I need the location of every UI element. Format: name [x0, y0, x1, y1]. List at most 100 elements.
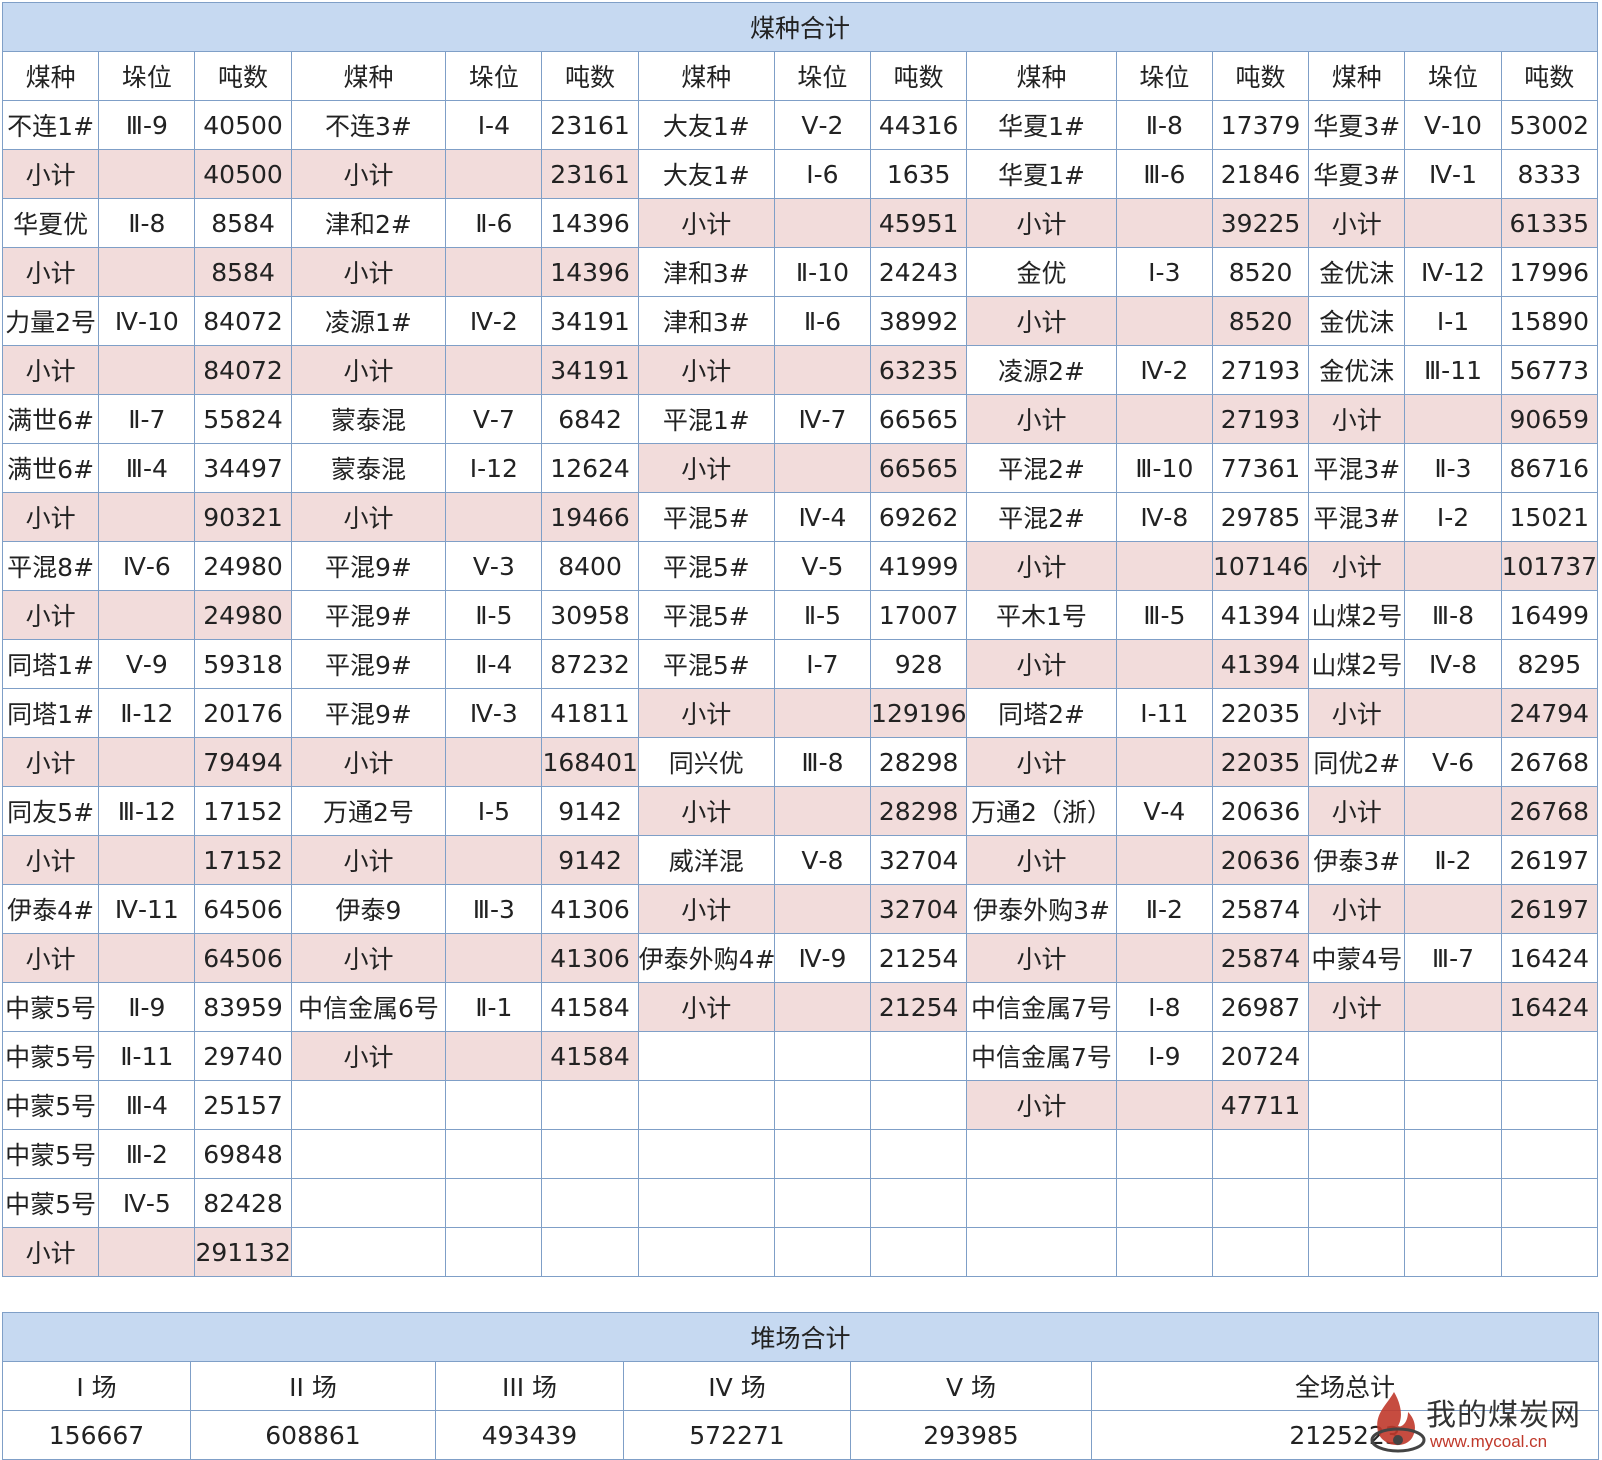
- pile-cell: [445, 933, 543, 983]
- coal-name-cell: [966, 1227, 1117, 1277]
- tonnage-cell: [1211, 1129, 1310, 1179]
- table-row: 伊泰4# Ⅳ-11 64506 伊泰9 Ⅲ-3 41306 小计 32704 伊泰外购3# Ⅱ-2…: [1, 884, 1599, 934]
- coal-name-cell: [966, 1129, 1117, 1179]
- tonnage-cell: 20636: [1211, 835, 1310, 885]
- column-header: 垛位: [1115, 51, 1213, 101]
- tonnage-cell: [541, 1080, 639, 1130]
- pile-cell: [98, 1227, 196, 1277]
- tonnage-cell: 69848: [194, 1129, 292, 1179]
- pile-cell: Ⅰ-9: [1115, 1031, 1213, 1081]
- coal-name-cell: [1308, 1178, 1406, 1228]
- tonnage-cell: 1635: [870, 149, 968, 199]
- pile-cell: [773, 688, 872, 738]
- coal-name-cell: 小计: [637, 443, 775, 493]
- tonnage-cell: 21254: [870, 982, 968, 1032]
- pile-cell: Ⅴ-5: [773, 541, 872, 591]
- pile-cell: Ⅱ-3: [1404, 443, 1502, 493]
- coal-name-cell: 万通2号: [290, 786, 447, 836]
- pile-cell: Ⅳ-8: [1115, 492, 1213, 542]
- coal-name-cell: 小计: [1308, 786, 1406, 836]
- tonnage-cell: 38992: [870, 296, 968, 346]
- coal-name-cell: 小计: [290, 1031, 447, 1081]
- tonnage-cell: 6842: [541, 394, 639, 444]
- tonnage-cell: 39225: [1211, 198, 1310, 248]
- coal-name-cell: 威洋混: [637, 835, 775, 885]
- tonnage-cell: 32704: [870, 835, 968, 885]
- coal-name-cell: 同优2#: [1308, 737, 1406, 787]
- coal-name-cell: 金优沫: [1308, 345, 1406, 395]
- pile-cell: [445, 345, 543, 395]
- tonnage-cell: 17379: [1211, 100, 1310, 150]
- column-header: 吨数: [194, 51, 292, 101]
- tonnage-cell: 19466: [541, 492, 639, 542]
- pile-cell: [773, 982, 872, 1032]
- coal-name-cell: 蒙泰混: [290, 394, 447, 444]
- tonnage-cell: 77361: [1211, 443, 1310, 493]
- table-row: 小计 291132: [1, 1227, 1599, 1277]
- pile-cell: [445, 1129, 543, 1179]
- column-header: 吨数: [870, 51, 968, 101]
- pile-cell: Ⅲ-12: [98, 786, 196, 836]
- pile-cell: Ⅰ-3: [1115, 247, 1213, 297]
- pile-cell: [1404, 1129, 1502, 1179]
- coal-name-cell: 小计: [1308, 688, 1406, 738]
- coal-name-cell: 中信金属6号: [290, 982, 447, 1032]
- pile-cell: Ⅲ-8: [773, 737, 872, 787]
- coal-name-cell: 凌源1#: [290, 296, 447, 346]
- pile-cell: [98, 247, 196, 297]
- column-header: 垛位: [445, 51, 543, 101]
- pile-cell: Ⅰ-4: [445, 100, 543, 150]
- pile-cell: Ⅲ-5: [1115, 590, 1213, 640]
- table-row: 同塔1# Ⅱ-12 20176 平混9# Ⅳ-3 41811 小计 129196 同塔2# Ⅰ-1…: [1, 688, 1599, 738]
- tonnage-cell: 24980: [194, 541, 292, 591]
- tonnage-cell: 8584: [194, 247, 292, 297]
- coal-name-cell: 平混9#: [290, 541, 447, 591]
- tonnage-cell: 41394: [1211, 590, 1310, 640]
- coal-name-cell: 平混5#: [637, 541, 775, 591]
- coal-name-cell: 不连3#: [290, 100, 447, 150]
- table-row: 中蒙5号 Ⅱ-9 83959 中信金属6号 Ⅱ-1 41584 小计 21254 中信金属7号 Ⅰ…: [1, 982, 1599, 1032]
- coal-name-cell: [966, 1178, 1117, 1228]
- pile-cell: [1404, 982, 1502, 1032]
- coal-name-cell: 小计: [1, 590, 100, 640]
- coal-name-cell: 中蒙5号: [1, 1080, 100, 1130]
- tonnage-cell: 8520: [1211, 247, 1310, 297]
- table-row: 小计 24980 平混9# Ⅱ-5 30958 平混5# Ⅱ-5 17007 平木1号 Ⅲ-5 41…: [1, 590, 1599, 640]
- pile-cell: Ⅰ-12: [445, 443, 543, 493]
- tonnage-cell: 28298: [870, 786, 968, 836]
- tonnage-cell: 34497: [194, 443, 292, 493]
- pile-cell: Ⅲ-11: [1404, 345, 1502, 395]
- pile-cell: Ⅴ-7: [445, 394, 543, 444]
- pile-cell: [1115, 1080, 1213, 1130]
- yard-header: I 场: [2, 1361, 191, 1411]
- tonnage-cell: [1500, 1080, 1599, 1130]
- pile-cell: Ⅱ-4: [445, 639, 543, 689]
- coal-name-cell: 平混9#: [290, 688, 447, 738]
- table-row: 小计 64506 小计 41306 伊泰外购4# Ⅳ-9 21254 小计 25874 中蒙4号 Ⅲ…: [1, 933, 1599, 983]
- tonnage-cell: 83959: [194, 982, 292, 1032]
- coal-name-cell: 同友5#: [1, 786, 100, 836]
- tonnage-cell: 20176: [194, 688, 292, 738]
- tonnage-cell: 59318: [194, 639, 292, 689]
- coal-name-cell: [637, 1080, 775, 1130]
- pile-cell: Ⅲ-4: [98, 1080, 196, 1130]
- pile-cell: [773, 1031, 872, 1081]
- coal-name-cell: [290, 1178, 447, 1228]
- coal-name-cell: [637, 1227, 775, 1277]
- tonnage-cell: 63235: [870, 345, 968, 395]
- pile-cell: Ⅱ-5: [445, 590, 543, 640]
- yard-title: 堆场合计: [1, 1312, 1600, 1362]
- pile-cell: Ⅳ-4: [773, 492, 872, 542]
- coal-name-cell: 小计: [1308, 884, 1406, 934]
- coal-name-cell: 小计: [966, 394, 1117, 444]
- pile-cell: [1404, 688, 1502, 738]
- pile-cell: [1115, 198, 1213, 248]
- tonnage-cell: 26768: [1500, 786, 1599, 836]
- coal-name-cell: 小计: [1308, 394, 1406, 444]
- tonnage-cell: 44316: [870, 100, 968, 150]
- tonnage-cell: 26197: [1500, 884, 1599, 934]
- coal-name-cell: 伊泰外购3#: [966, 884, 1117, 934]
- pile-cell: [773, 345, 872, 395]
- coal-name-cell: [290, 1227, 447, 1277]
- coal-name-cell: 同塔1#: [1, 688, 100, 738]
